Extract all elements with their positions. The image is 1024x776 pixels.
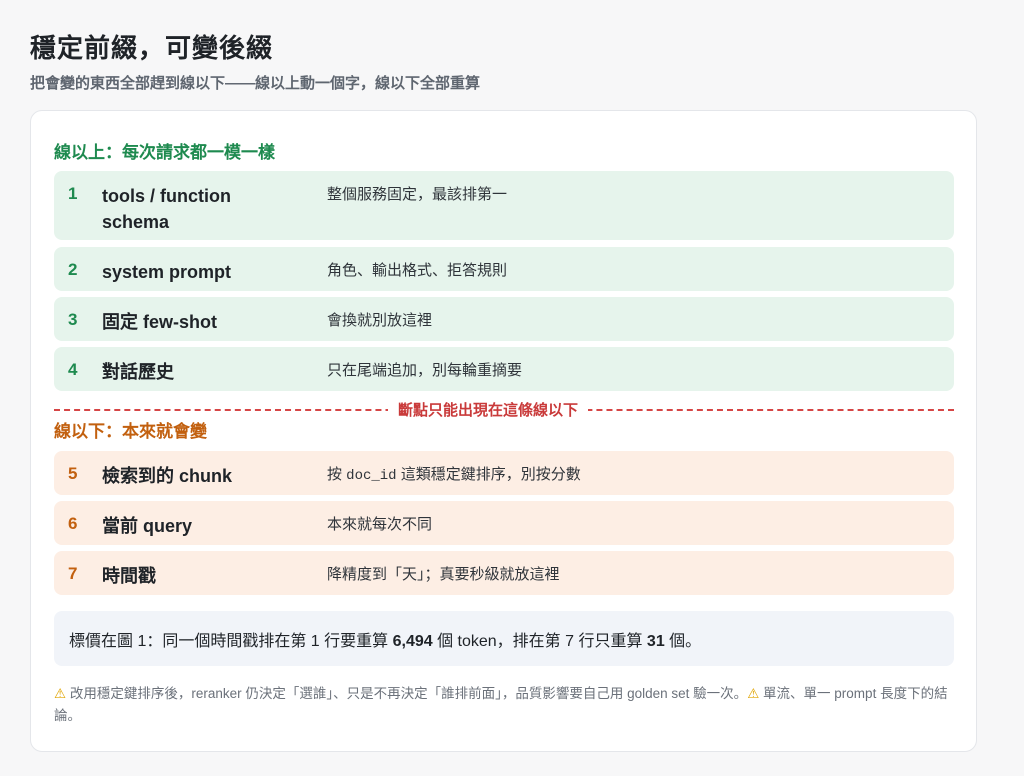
row-desc: 會換就別放這裡	[327, 312, 433, 329]
divider-label: 斷點只能出現在這條線以下	[388, 399, 589, 420]
row-number: 2	[68, 260, 78, 279]
row-desc: 只在尾端追加，別每輪重摘要	[327, 362, 523, 379]
list-item: 2 system prompt 角色、輸出格式、拒答規則	[54, 247, 954, 291]
row-name: 時間戳	[102, 566, 156, 586]
row-name: 檢索到的 chunk	[102, 466, 233, 486]
code-doc-id: doc_id	[346, 468, 397, 484]
row-name: 當前 query	[102, 516, 193, 536]
list-item: 5 檢索到的 chunk 按 doc_id 這類穩定鍵排序，別按分數	[54, 451, 954, 495]
list-item: 1 tools / function schema 整個服務固定，最該排第一	[54, 171, 954, 240]
row-desc: 按 doc_id 這類穩定鍵排序，別按分數	[327, 465, 581, 486]
row-name: 對話歷史	[102, 362, 174, 382]
content-card: 線以上：每次請求都一模一樣 1 tools / function schema …	[30, 110, 977, 752]
row-number: 1	[68, 184, 78, 203]
row-number: 6	[68, 514, 78, 533]
row-desc: 本來就每次不同	[327, 516, 433, 533]
row-number: 7	[68, 564, 78, 583]
section-above-label: 線以上：每次請求都一模一樣	[54, 143, 275, 162]
page-subtitle: 把會變的東西全部趕到線以下——線以上動一個字，線以下全部重算	[30, 75, 481, 92]
list-item: 4 對話歷史 只在尾端追加，別每輪重摘要	[54, 347, 954, 391]
row-name: system prompt	[102, 262, 232, 282]
row-desc-pre: 按	[327, 466, 347, 483]
row-number: 3	[68, 310, 78, 329]
cost-note: 標價在圖 1：同一個時間戳排在第 1 行要重算 6,494 個 token，排在…	[54, 611, 954, 666]
note-tokens-b: 31	[646, 633, 665, 650]
section-below-label: 線以下：本來就會變	[54, 422, 207, 441]
list-item: 6 當前 query 本來就每次不同	[54, 501, 954, 545]
note-part3: 個。	[664, 633, 702, 650]
note-part1: 標價在圖 1：同一個時間戳排在第 1 行要重算	[69, 633, 393, 650]
page-title: 穩定前綴，可變後綴	[30, 33, 274, 63]
warning-icon: ⚠	[54, 686, 67, 701]
row-name: 固定 few-shot	[102, 312, 217, 332]
row-desc-post: 這類穩定鍵排序，別按分數	[396, 466, 581, 483]
row-name: tools / function schema	[102, 186, 231, 232]
row-desc: 整個服務固定，最該排第一	[327, 186, 508, 203]
row-desc: 角色、輸出格式、拒答規則	[327, 262, 508, 279]
row-number: 4	[68, 360, 78, 379]
footer-caveats: ⚠ 改用穩定鍵排序後，reranker 仍決定「選誰」、只是不再決定「誰排前面」…	[54, 683, 954, 727]
warning-icon: ⚠	[747, 686, 760, 701]
row-number: 5	[68, 464, 78, 483]
list-item: 7 時間戳 降精度到「天」；真要秒級就放這裡	[54, 551, 954, 595]
note-part2: 個 token，排在第 7 行只重算	[432, 633, 647, 650]
footer-text-1: 改用穩定鍵排序後，reranker 仍決定「選誰」、只是不再決定「誰排前面」，品…	[66, 686, 748, 701]
row-desc: 降精度到「天」；真要秒級就放這裡	[327, 566, 560, 583]
note-tokens-a: 6,494	[392, 633, 433, 650]
list-item: 3 固定 few-shot 會換就別放這裡	[54, 297, 954, 341]
